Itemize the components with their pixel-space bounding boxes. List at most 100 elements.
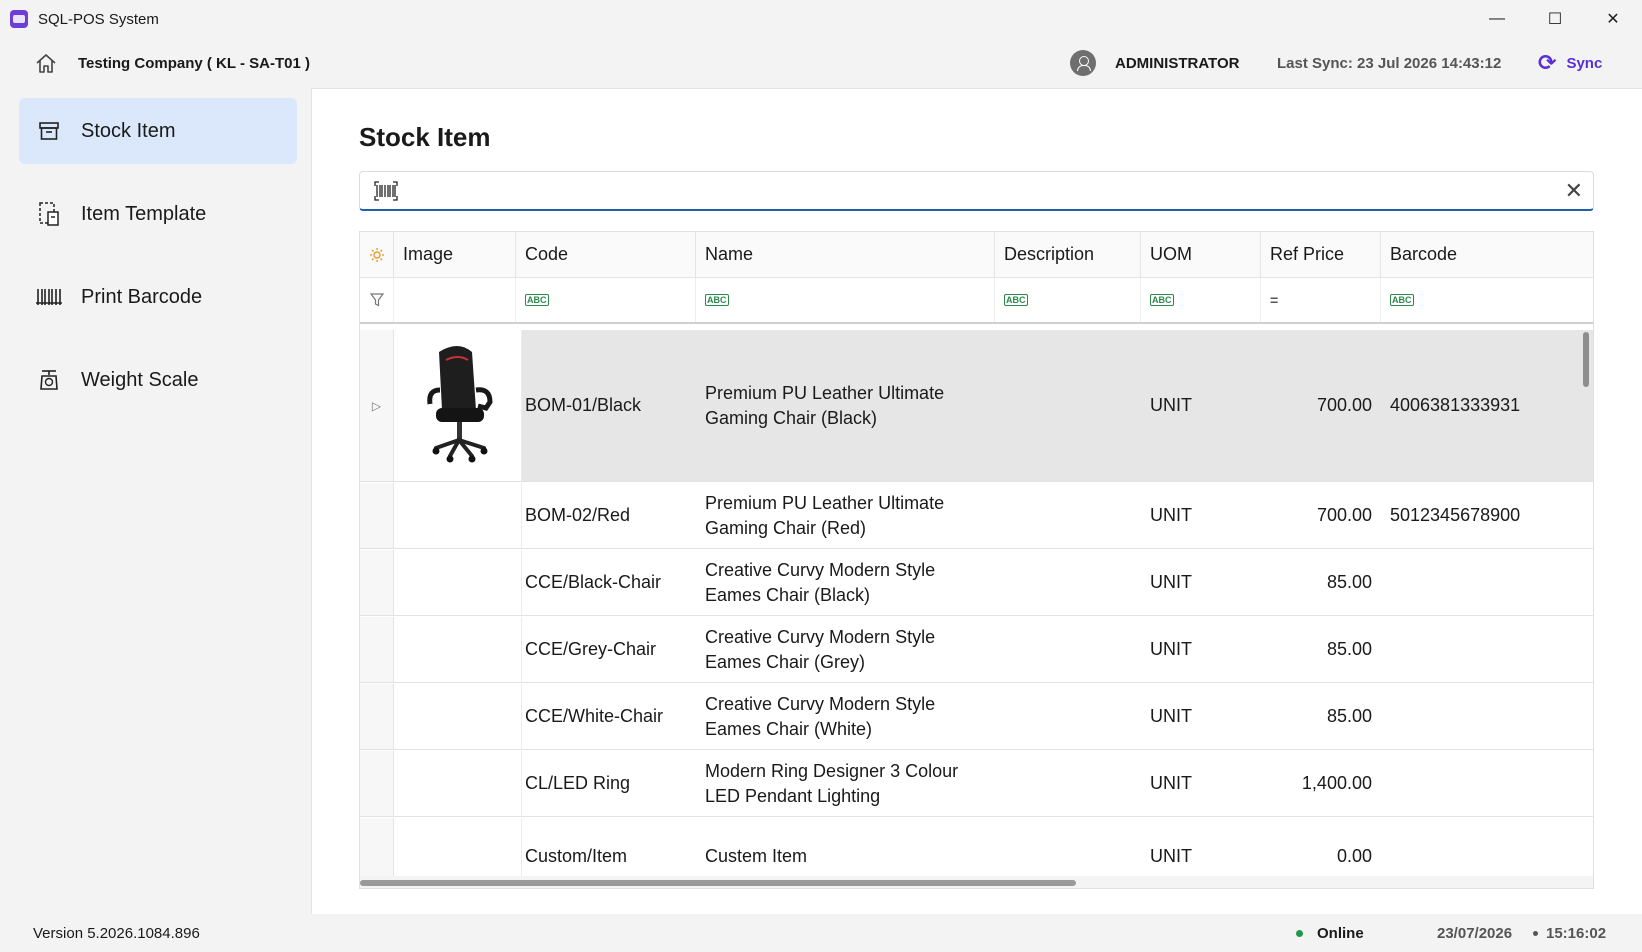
cell-uom: UNIT xyxy=(1150,572,1192,592)
table-row[interactable]: Custom/Item Custem Item UNIT 0.00 xyxy=(360,818,1593,876)
cell-name: Creative Curvy Modern Style Eames Chair … xyxy=(705,559,936,605)
filter-cell-barcode[interactable]: ABC xyxy=(1381,278,1593,322)
item-image xyxy=(394,483,522,548)
column-header-ref-price[interactable]: Ref Price xyxy=(1261,232,1381,278)
item-image xyxy=(394,617,522,682)
text-filter-icon: ABC xyxy=(1150,294,1174,306)
cell-description xyxy=(995,818,1004,876)
row-indicator xyxy=(360,483,394,548)
column-header-uom[interactable]: UOM xyxy=(1141,232,1261,278)
cell-description xyxy=(995,617,1004,682)
stock-item-grid: Image Code Name Description UOM Ref Pric… xyxy=(359,231,1594,889)
search-input[interactable] xyxy=(410,176,1540,206)
last-sync-label: Last Sync: 23 Jul 2026 14:43:12 xyxy=(1277,55,1502,72)
app-logo-icon xyxy=(10,10,28,28)
filter-icon[interactable] xyxy=(360,278,394,322)
cell-barcode xyxy=(1381,550,1390,615)
table-row[interactable]: ▷ BOM-01/Black Premium PU Leather Ultima… xyxy=(360,330,1593,482)
filter-cell-uom[interactable]: ABC xyxy=(1141,278,1261,322)
filter-cell-code[interactable]: ABC xyxy=(516,278,696,322)
close-window-button[interactable]: ✕ xyxy=(1584,0,1642,38)
barcode-icon xyxy=(36,284,62,310)
sidebar-item-label: Item Template xyxy=(81,202,207,225)
template-icon xyxy=(36,201,62,227)
item-image xyxy=(394,550,522,615)
clear-search-icon[interactable]: ✕ xyxy=(1565,178,1583,204)
main-panel: Stock Item ✕ Image Code Name Description… xyxy=(311,88,1642,914)
item-image xyxy=(394,818,522,876)
status-time: 15:16:02 xyxy=(1546,925,1607,942)
home-icon[interactable] xyxy=(34,52,58,76)
barcode-scan-icon xyxy=(374,181,398,201)
table-row[interactable]: CCE/White-Chair Creative Curvy Modern St… xyxy=(360,684,1593,750)
table-row[interactable]: CCE/Black-Chair Creative Curvy Modern St… xyxy=(360,550,1593,616)
cell-description xyxy=(995,330,1004,481)
row-indicator xyxy=(360,818,394,876)
horizontal-scrollbar[interactable] xyxy=(360,880,1076,886)
online-dot-icon xyxy=(1296,930,1303,937)
column-chooser-icon[interactable] xyxy=(360,232,394,278)
cell-barcode: 5012345678900 xyxy=(1390,505,1521,525)
cell-description xyxy=(995,751,1004,816)
cell-name: Creative Curvy Modern Style Eames Chair … xyxy=(705,626,936,672)
scale-icon xyxy=(36,367,62,393)
cell-uom: UNIT xyxy=(1150,639,1192,659)
item-image xyxy=(394,330,522,481)
column-header-code[interactable]: Code xyxy=(516,232,696,278)
cell-ref-price: 1,400.00 xyxy=(1301,773,1372,793)
horizontal-scrollbar-track xyxy=(360,876,1593,888)
column-header-barcode[interactable]: Barcode xyxy=(1381,232,1593,278)
filter-cell-description[interactable]: ABC xyxy=(995,278,1141,322)
equals-filter-icon: = xyxy=(1270,292,1279,308)
sidebar-item-item-template[interactable]: Item Template xyxy=(19,181,297,247)
cell-code: CCE/Grey-Chair xyxy=(525,639,657,659)
sidebar-item-label: Weight Scale xyxy=(81,368,199,391)
cell-code: CCE/White-Chair xyxy=(525,706,664,726)
cell-code: BOM-02/Red xyxy=(525,505,631,525)
sync-icon: ⟳ xyxy=(1538,50,1557,75)
cell-uom: UNIT xyxy=(1150,706,1192,726)
cell-description xyxy=(995,483,1004,548)
sidebar-item-weight-scale[interactable]: Weight Scale xyxy=(19,347,297,413)
sync-button[interactable]: ⟳ Sync xyxy=(1538,50,1602,76)
cell-code: CCE/Black-Chair xyxy=(525,572,662,592)
separator-dot-icon xyxy=(1533,931,1538,936)
item-image xyxy=(394,751,522,816)
cell-uom: UNIT xyxy=(1150,845,1192,866)
connection-status: Online xyxy=(1296,925,1364,942)
window-controls: — ☐ ✕ xyxy=(1468,0,1642,38)
text-filter-icon: ABC xyxy=(1390,294,1414,306)
cell-ref-price: 85.00 xyxy=(1326,572,1372,592)
column-header-name[interactable]: Name xyxy=(696,232,995,278)
vertical-scrollbar[interactable] xyxy=(1583,332,1589,387)
maximize-button[interactable]: ☐ xyxy=(1526,0,1584,38)
user-name: ADMINISTRATOR xyxy=(1115,55,1240,72)
sidebar-item-stock-item[interactable]: Stock Item xyxy=(19,98,297,164)
sidebar-item-label: Print Barcode xyxy=(81,285,203,308)
cell-uom: UNIT xyxy=(1150,395,1192,415)
table-row[interactable]: CCE/Grey-Chair Creative Curvy Modern Sty… xyxy=(360,617,1593,683)
text-filter-icon: ABC xyxy=(705,294,729,306)
minimize-button[interactable]: — xyxy=(1468,0,1526,38)
table-row[interactable]: CL/LED Ring Modern Ring Designer 3 Colou… xyxy=(360,751,1593,817)
cell-barcode: 4006381333931 xyxy=(1390,395,1521,415)
cell-ref-price: 85.00 xyxy=(1326,706,1372,726)
cell-ref-price: 700.00 xyxy=(1316,505,1372,525)
row-indicator xyxy=(360,684,394,749)
cell-ref-price: 85.00 xyxy=(1326,639,1372,659)
expand-row-icon[interactable]: ▷ xyxy=(360,330,394,481)
column-header-image[interactable]: Image xyxy=(394,232,516,278)
cell-barcode xyxy=(1381,617,1390,682)
filter-cell-ref-price[interactable]: = xyxy=(1261,278,1381,322)
company-name: Testing Company ( KL - SA-T01 ) xyxy=(78,55,310,72)
sidebar-item-label: Stock Item xyxy=(81,119,176,142)
sync-label: Sync xyxy=(1566,54,1603,72)
column-header-description[interactable]: Description xyxy=(995,232,1141,278)
sidebar-item-print-barcode[interactable]: Print Barcode xyxy=(19,264,297,330)
text-filter-icon: ABC xyxy=(1004,294,1028,306)
cell-uom: UNIT xyxy=(1150,773,1192,793)
cell-code: CL/LED Ring xyxy=(525,773,631,793)
user-avatar-icon xyxy=(1070,50,1096,76)
filter-cell-name[interactable]: ABC xyxy=(696,278,995,322)
table-row[interactable]: BOM-02/Red Premium PU Leather Ultimate G… xyxy=(360,483,1593,549)
